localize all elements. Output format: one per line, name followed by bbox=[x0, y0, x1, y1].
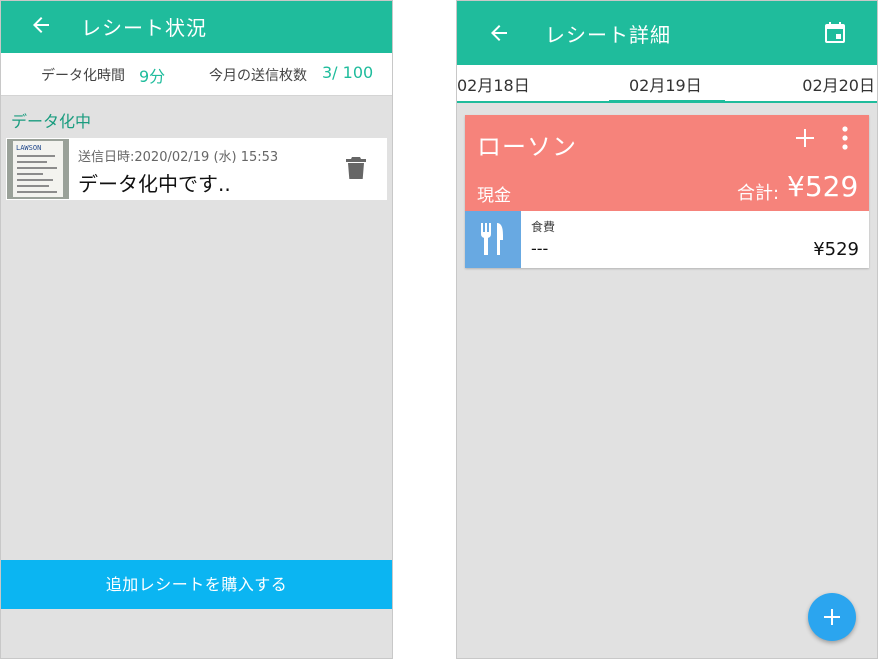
calendar-icon[interactable] bbox=[823, 21, 847, 45]
back-arrow-icon[interactable] bbox=[487, 21, 511, 45]
data-time-label: データ化時間 bbox=[41, 68, 125, 84]
trash-icon[interactable] bbox=[345, 156, 367, 180]
receipt-card[interactable]: ローソン 現金 合計: ¥529 食費 --- ¥529 bbox=[465, 115, 869, 268]
item-price: ¥529 bbox=[813, 239, 859, 260]
selected-tab-indicator bbox=[609, 100, 725, 103]
plus-icon bbox=[824, 609, 840, 625]
data-time-value: 9分 bbox=[139, 67, 166, 86]
receipt-detail-screen: レシート詳細 02月18日 02月19日 02月20日 ローソン 現金 合計: … bbox=[456, 0, 878, 659]
app-bar: レシート詳細 bbox=[457, 1, 877, 65]
store-name: ローソン bbox=[477, 133, 577, 161]
total-label: 合計: bbox=[737, 183, 780, 204]
receipt-thumbnail: LAWSON bbox=[7, 139, 69, 199]
item-category: 食費 bbox=[531, 220, 556, 234]
receipt-status-screen: レシート状況 データ化時間 9分 今月の送信枚数 3/ 100 データ化中 LA… bbox=[0, 0, 393, 659]
item-memo: --- bbox=[531, 239, 549, 258]
add-receipt-fab[interactable] bbox=[808, 593, 856, 641]
more-vertical-icon[interactable] bbox=[837, 125, 853, 151]
page-title: レシート状況 bbox=[81, 16, 207, 40]
usage-summary: データ化時間 9分 今月の送信枚数 3/ 100 bbox=[1, 53, 392, 96]
processing-status: データ化中です.. bbox=[78, 172, 231, 196]
monthly-count-label: 今月の送信枚数 bbox=[209, 68, 307, 84]
sent-datetime: 送信日時:2020/02/19 (水) 15:53 bbox=[78, 150, 279, 165]
monthly-count-value: 3/ 100 bbox=[322, 63, 374, 82]
date-tab-prev[interactable]: 02月18日 bbox=[457, 72, 530, 96]
date-tabs: 02月18日 02月19日 02月20日 bbox=[457, 65, 877, 103]
receipt-list-item[interactable]: LAWSON 送信日時:2020/02/19 (水) 15:53 データ化中です… bbox=[6, 138, 387, 200]
receipt-line-item[interactable]: 食費 --- ¥529 bbox=[465, 211, 869, 268]
total-amount: ¥529 bbox=[787, 170, 859, 203]
thumbnail-logo-text: LAWSON bbox=[16, 144, 42, 152]
receipt-card-header: ローソン 現金 合計: ¥529 bbox=[465, 115, 869, 211]
date-tab-selected[interactable]: 02月19日 bbox=[629, 72, 702, 96]
section-title: データ化中 bbox=[11, 112, 92, 131]
payment-method: 現金 bbox=[477, 186, 511, 206]
buy-more-receipts-button[interactable]: 追加レシートを購入する bbox=[1, 560, 392, 609]
fork-knife-icon bbox=[465, 211, 521, 268]
plus-icon[interactable] bbox=[793, 126, 817, 150]
date-tab-next[interactable]: 02月20日 bbox=[802, 72, 875, 96]
app-bar: レシート状況 bbox=[1, 1, 392, 53]
back-arrow-icon[interactable] bbox=[29, 13, 53, 37]
page-title: レシート詳細 bbox=[545, 23, 671, 47]
